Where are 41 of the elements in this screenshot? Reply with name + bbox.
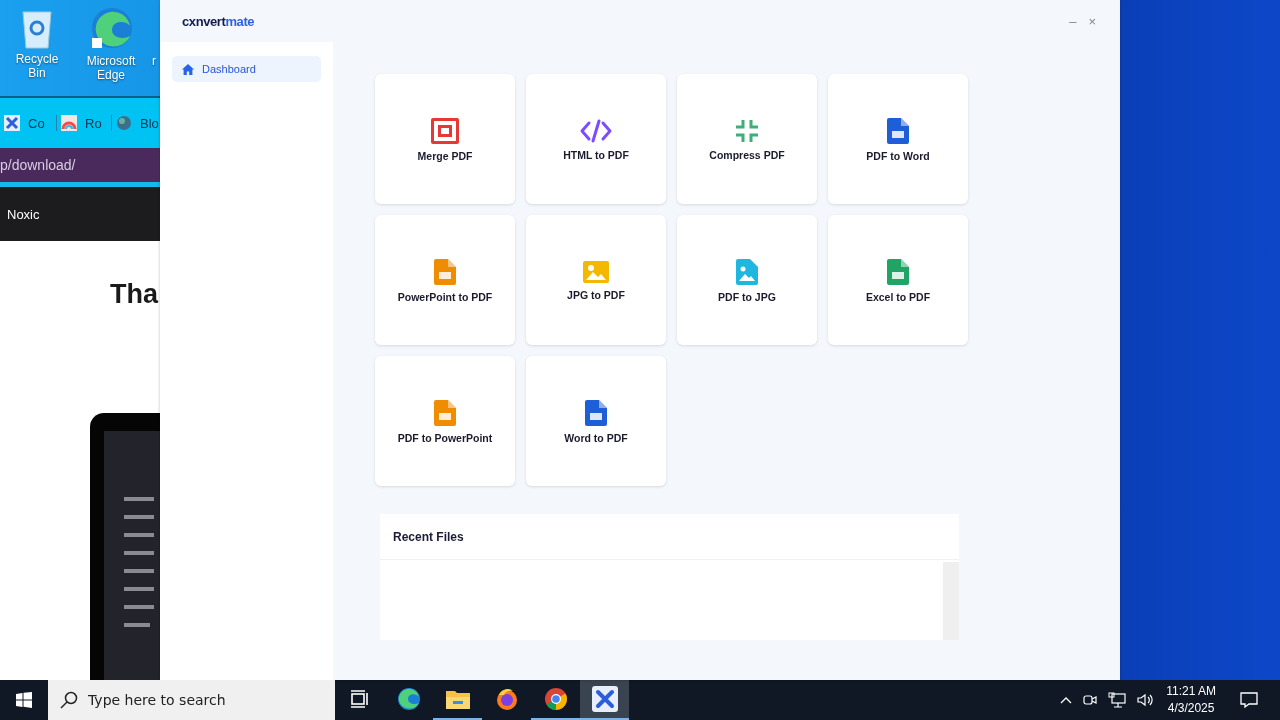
volume-icon[interactable] xyxy=(1136,692,1155,708)
clock-date[interactable]: 4/3/2025 xyxy=(1167,700,1215,717)
tool-card[interactable]: Compress PDF xyxy=(677,74,817,204)
x-logo-icon xyxy=(4,115,20,131)
clock-time[interactable]: 11:21 AM xyxy=(1166,683,1216,700)
tool-card[interactable]: PDF to PowerPoint xyxy=(375,356,515,486)
search-field[interactable]: Type here to search xyxy=(48,680,335,720)
tool-card[interactable]: Merge PDF xyxy=(375,74,515,204)
tool-card[interactable]: PowerPoint to PDF xyxy=(375,215,515,345)
tool-card[interactable]: JPG to PDF xyxy=(526,215,666,345)
tool-card[interactable]: HTML to PDF xyxy=(526,74,666,204)
home-icon xyxy=(182,63,194,75)
folder-icon xyxy=(445,689,470,709)
tool-card[interactable]: PDF to Word xyxy=(828,74,968,204)
tool-card[interactable]: PDF to JPG xyxy=(677,215,817,345)
tool-card[interactable]: Word to PDF xyxy=(526,356,666,486)
network-icon[interactable] xyxy=(1108,692,1127,708)
browser-tab[interactable]: Co xyxy=(0,115,57,131)
page-heading: Tha xyxy=(110,279,158,310)
x-logo-icon xyxy=(591,686,618,712)
minimize-button[interactable]: – xyxy=(1067,13,1079,29)
globe-icon xyxy=(116,115,132,131)
camera-icon[interactable] xyxy=(1082,692,1099,708)
app-logo: cxnvertmate xyxy=(182,13,255,29)
browser-tab[interactable]: Ro xyxy=(57,115,112,131)
firefox-icon xyxy=(494,687,519,711)
tool-card[interactable]: Excel to PDF xyxy=(828,215,968,345)
browser-tab[interactable]: Blo xyxy=(112,115,159,131)
close-button[interactable]: × xyxy=(1086,13,1098,29)
sidebar-item[interactable]: Dashboard xyxy=(172,56,321,82)
rainbow-icon xyxy=(61,115,77,131)
notification-icon[interactable] xyxy=(1240,691,1258,709)
task-view-icon xyxy=(349,690,370,708)
panel-title: Recent Files xyxy=(393,529,464,544)
site-brand[interactable]: Noxic xyxy=(7,206,40,222)
search-icon xyxy=(60,691,78,709)
chrome-icon xyxy=(543,687,568,711)
edge-icon xyxy=(396,687,421,711)
chevron-up-icon[interactable] xyxy=(1060,696,1073,704)
windows-logo-icon xyxy=(16,692,32,708)
taskbar-app[interactable] xyxy=(580,680,629,720)
